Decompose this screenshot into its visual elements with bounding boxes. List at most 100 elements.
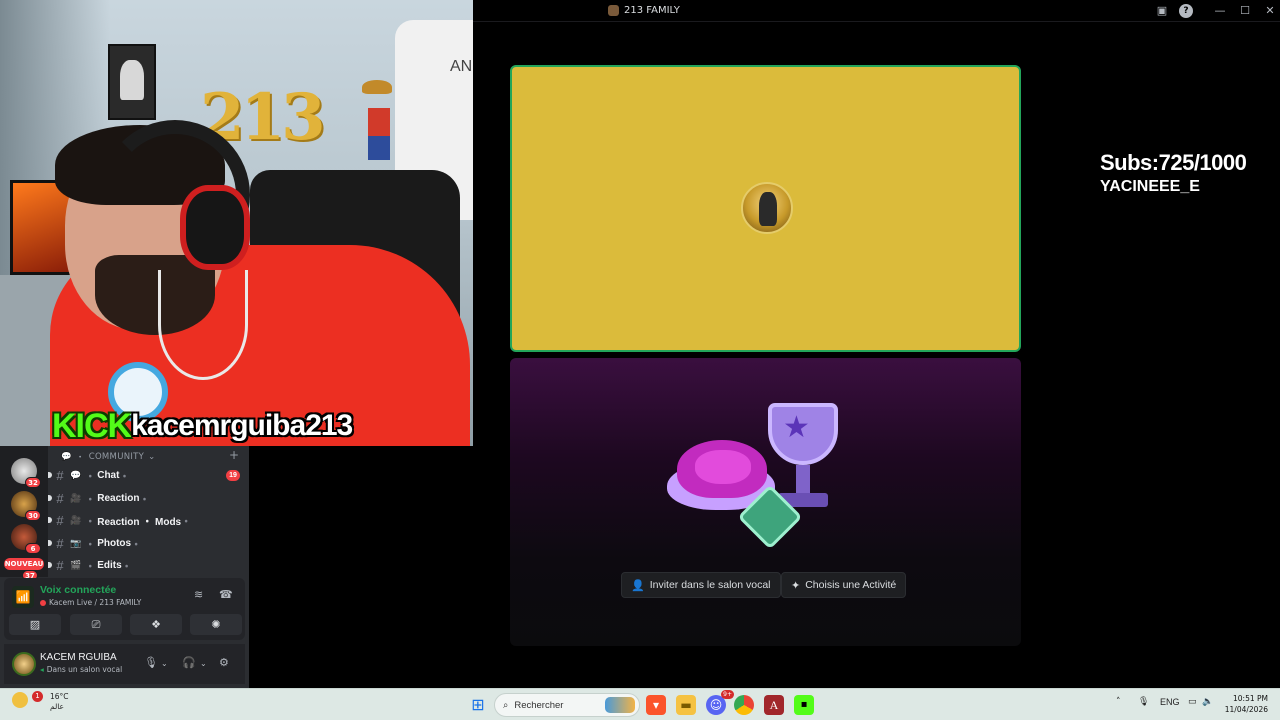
- weather-icon: [12, 692, 28, 708]
- star-icon: ★: [783, 410, 810, 445]
- weather-widget[interactable]: 1 16°C عالم: [12, 691, 69, 712]
- channel-separator: ・: [121, 561, 132, 573]
- weather-badge: 1: [32, 691, 43, 702]
- subs-name: YACINEEE_E: [1100, 178, 1200, 195]
- avatar[interactable]: [12, 652, 36, 676]
- help-icon[interactable]: ?: [1179, 4, 1193, 18]
- neck-chain: [158, 270, 248, 380]
- search-icon: ⌕: [503, 699, 509, 711]
- user-status-text: Dans un salon vocal: [46, 665, 123, 674]
- figure-legs: [368, 136, 390, 160]
- server-avatar-1[interactable]: 32: [11, 458, 41, 488]
- acrobat-icon[interactable]: A: [764, 695, 784, 715]
- brave-icon[interactable]: ▾: [646, 695, 666, 715]
- window-title: 213 FAMILY: [608, 5, 680, 16]
- channel-separator: ・: [85, 516, 96, 528]
- channel-list: 💬 ・ COMMUNITY ⌄ + # 💬 ・ Chat ・ 19 # 🎥 ・ …: [48, 446, 249, 577]
- voice-connection-panel: 📶 Voix connectée Kacem Live / 213 FAMILY…: [4, 578, 245, 640]
- server-icon: [608, 5, 619, 16]
- noise-suppression-icon[interactable]: ≋: [194, 588, 203, 601]
- voice-status-icon: ◂: [40, 665, 44, 674]
- hash-icon: #: [56, 467, 64, 483]
- screen-share-button[interactable]: ⎚: [70, 614, 122, 635]
- chrome-icon[interactable]: [734, 695, 754, 715]
- server-avatar-3[interactable]: 6: [11, 524, 41, 554]
- maximize-button[interactable]: ☐: [1238, 4, 1252, 18]
- window-title-text: 213 FAMILY: [624, 5, 680, 16]
- activity-panel: ★ 👤 Inviter dans le salon vocal ✦ Choisi…: [510, 358, 1021, 646]
- close-button[interactable]: ✕: [1263, 4, 1277, 18]
- voice-location-text: Kacem Live / 213 FAMILY: [49, 598, 142, 607]
- camera-toggle-button[interactable]: ▨: [9, 614, 61, 635]
- live-dot-icon: [40, 599, 46, 606]
- channel-separator: ・: [85, 494, 96, 506]
- participant-tile[interactable]: [510, 65, 1021, 352]
- start-icon[interactable]: ⊞: [468, 695, 488, 715]
- discord-badge: 9+: [721, 690, 734, 699]
- mention-badge: 32: [25, 477, 41, 488]
- channel-separator: ・: [119, 471, 130, 483]
- channel-separator: ・: [85, 561, 96, 573]
- microphone-icon[interactable]: 🎙: [144, 656, 158, 669]
- channel-emoji: 💬: [70, 469, 82, 480]
- username[interactable]: KACEM RGUIBA: [40, 652, 117, 663]
- chevron-up-icon[interactable]: ˄: [1116, 697, 1121, 707]
- rocket-icon: ✦: [791, 579, 801, 592]
- channel-item-photos[interactable]: # 📷 ・ Photos ・: [48, 533, 240, 553]
- choose-activity-button[interactable]: ✦ Choisis une Activité: [781, 572, 907, 598]
- chevron-down-icon: ⌄: [148, 452, 156, 462]
- minimize-button[interactable]: —: [1213, 4, 1227, 18]
- mention-badge: 30: [25, 510, 41, 521]
- disconnect-icon[interactable]: ☎: [219, 588, 233, 601]
- kick-app-icon[interactable]: ▪: [794, 695, 814, 715]
- search-input[interactable]: ⌕ Rechercher: [494, 693, 640, 717]
- category-name: COMMUNITY: [88, 452, 145, 462]
- screen: 213 AN KICK kacemrguiba213 213 FAMILY ▣ …: [0, 0, 1280, 720]
- invite-voice-label: Inviter dans le salon vocal: [649, 579, 771, 591]
- channel-emoji: 🎥: [70, 514, 82, 525]
- channel-item-reaction[interactable]: # 🎥 ・ Reaction ・: [48, 488, 240, 508]
- channel-item-reaction-mods[interactable]: # 🎥 ・ Reaction ・ Mods ・: [48, 510, 240, 530]
- voice-status[interactable]: Voix connectée: [40, 584, 116, 596]
- discord-icon[interactable]: ☺ 9+: [706, 690, 734, 715]
- language-indicator[interactable]: ENG: [1160, 697, 1180, 707]
- clock[interactable]: 10:51 PM 11/04/2026: [1224, 693, 1268, 715]
- file-explorer-icon[interactable]: ▬: [676, 695, 696, 715]
- headphones-icon[interactable]: 🎧: [182, 656, 196, 669]
- channel-emoji: 📷: [70, 537, 82, 548]
- gear-icon[interactable]: ⚙: [219, 656, 229, 669]
- figure-body: [368, 108, 390, 136]
- clock-time: 10:51 PM: [1233, 694, 1268, 703]
- soundboard-button[interactable]: ✺: [190, 614, 242, 635]
- channel-item-edits[interactable]: # 🎬 ・ Edits ・: [48, 555, 240, 575]
- channel-separator: ・: [131, 539, 142, 551]
- category-header[interactable]: 💬 ・ COMMUNITY ⌄: [61, 451, 156, 463]
- chevron-down-icon[interactable]: ⌄: [200, 659, 207, 668]
- volume-icon[interactable]: 🔈: [1202, 697, 1213, 707]
- choose-activity-label: Choisis une Activité: [805, 579, 897, 591]
- microphone-icon[interactable]: 🎙: [1138, 697, 1149, 707]
- voice-location[interactable]: Kacem Live / 213 FAMILY: [40, 598, 141, 607]
- display-icon[interactable]: ▭: [1188, 697, 1197, 707]
- subs-counter: Subs:725/1000: [1100, 150, 1247, 175]
- kick-logo-text: KICK: [52, 406, 132, 445]
- channel-name: Photos: [97, 537, 132, 549]
- activities-button[interactable]: ❖: [130, 614, 182, 635]
- server-avatar-2[interactable]: 30: [11, 491, 41, 521]
- channel-separator: ・: [85, 471, 96, 483]
- trophy-stem: [796, 465, 810, 495]
- channel-item-chat[interactable]: # 💬 ・ Chat ・ 19: [48, 465, 240, 485]
- signal-icon[interactable]: 📶: [12, 586, 34, 608]
- user-status: ◂ Dans un salon vocal: [40, 665, 122, 674]
- chevron-down-icon[interactable]: ⌄: [161, 659, 168, 668]
- weather-temp: 16°C: [50, 692, 69, 701]
- hash-icon: #: [56, 490, 64, 506]
- inbox-icon[interactable]: ▣: [1155, 4, 1169, 18]
- add-user-icon: 👤: [631, 579, 645, 592]
- hash-icon: #: [56, 557, 64, 573]
- invite-voice-button[interactable]: 👤 Inviter dans le salon vocal: [621, 572, 781, 598]
- toy-figure: [360, 80, 396, 176]
- weather-desc: عالم: [50, 702, 65, 711]
- add-channel-icon[interactable]: +: [229, 448, 239, 462]
- jersey-lettering: AN: [450, 58, 473, 75]
